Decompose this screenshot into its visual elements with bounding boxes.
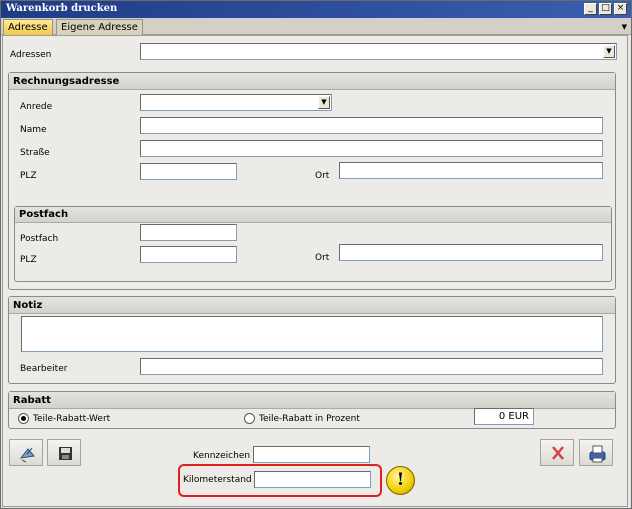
- rabatt-prozent-label[interactable]: Teile-Rabatt in Prozent: [259, 414, 360, 424]
- ort-input[interactable]: [339, 162, 603, 179]
- postfach-plz-input[interactable]: [140, 246, 237, 263]
- kilometerstand-input[interactable]: [254, 471, 371, 488]
- notiz-header: Notiz: [9, 297, 615, 314]
- save-button[interactable]: [47, 439, 81, 466]
- save-icon: [59, 447, 72, 460]
- name-input[interactable]: [140, 117, 603, 134]
- warning-glyph: !: [396, 470, 405, 490]
- postfach-header: Postfach: [15, 207, 611, 223]
- rabatt-value-input[interactable]: 0 EUR: [474, 408, 534, 425]
- postfach-ort-input[interactable]: [339, 244, 603, 261]
- cancel-button[interactable]: [540, 439, 574, 466]
- bearbeiter-input[interactable]: [140, 358, 603, 375]
- adressen-combo[interactable]: ▼: [140, 43, 617, 60]
- print-button[interactable]: [579, 439, 613, 466]
- close-button[interactable]: ×: [614, 3, 627, 15]
- postfach-ort-label: Ort: [315, 253, 330, 263]
- anrede-combo[interactable]: ▼: [140, 94, 332, 111]
- anrede-label: Anrede: [20, 102, 53, 112]
- strasse-input[interactable]: [140, 140, 603, 157]
- maximize-button[interactable]: □: [599, 3, 612, 15]
- postfach-plz-label: PLZ: [20, 255, 37, 265]
- cancel-x-icon: [552, 446, 564, 460]
- plz-label: PLZ: [20, 171, 37, 181]
- tab-dropdown-icon[interactable]: ▼: [622, 23, 627, 31]
- rechnungsadresse-header: Rechnungsadresse: [9, 73, 615, 90]
- chevron-down-icon[interactable]: ▼: [318, 96, 330, 109]
- rabatt-wert-radio[interactable]: [18, 413, 29, 424]
- window-title: Warenkorb drucken: [6, 3, 118, 14]
- tab-bar: Adresse Eigene Adresse ▼: [1, 18, 631, 35]
- title-bar[interactable]: Warenkorb drucken _ □ ×: [1, 1, 631, 18]
- adressen-label: Adressen: [10, 50, 52, 60]
- notiz-textarea[interactable]: [21, 316, 603, 352]
- tab-adresse[interactable]: Adresse: [3, 19, 53, 35]
- strasse-label: Straße: [20, 148, 50, 158]
- chevron-down-icon[interactable]: ▼: [603, 45, 615, 58]
- kennzeichen-input[interactable]: [253, 446, 370, 463]
- rabatt-prozent-radio[interactable]: [244, 413, 255, 424]
- plz-input[interactable]: [140, 163, 237, 180]
- bearbeiter-label: Bearbeiter: [20, 364, 68, 374]
- satellite-button[interactable]: [9, 439, 43, 466]
- tab-eigene-adresse[interactable]: Eigene Adresse: [56, 19, 143, 35]
- ort-label: Ort: [315, 171, 330, 181]
- name-label: Name: [20, 125, 47, 135]
- rabatt-wert-label[interactable]: Teile-Rabatt-Wert: [33, 414, 110, 424]
- postfach-input[interactable]: [140, 224, 237, 241]
- kennzeichen-label: Kennzeichen: [193, 451, 251, 461]
- minimize-button[interactable]: _: [584, 3, 597, 15]
- warning-icon: !: [386, 466, 415, 495]
- printer-icon: [589, 445, 606, 463]
- satellite-dish-icon: [19, 447, 35, 463]
- postfach-label: Postfach: [20, 234, 59, 244]
- kilometerstand-label: Kilometerstand: [183, 475, 252, 485]
- rabatt-header: Rabatt: [9, 392, 615, 409]
